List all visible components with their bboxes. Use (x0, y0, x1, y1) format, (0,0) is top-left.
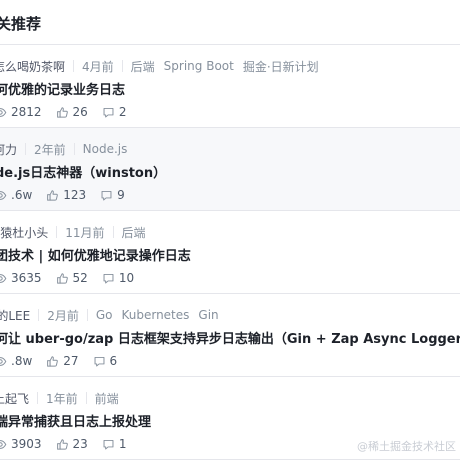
article-stats: .8w 27 6 (0, 353, 131, 369)
article-stats: 3635 52 10 (0, 270, 148, 286)
views-icon (0, 190, 7, 200)
article-stats: .6w 123 9 (0, 187, 139, 203)
article-meta: 阿力 2年前 Node.js (0, 141, 460, 157)
views-stat: 2812 (0, 105, 42, 119)
section-header: 关推荐 (0, 0, 460, 45)
article-item[interactable]: 阿力 2年前 Node.js de.js日志神器（winston） .6w 123 9 (0, 128, 460, 211)
article-stats: 2812 26 2 (0, 104, 140, 120)
comment-button[interactable]: 9 (100, 188, 125, 202)
views-stat: 3635 (0, 271, 42, 285)
views-icon (0, 356, 7, 366)
divider (73, 143, 75, 155)
divider (37, 392, 39, 404)
author-name[interactable]: 怎么喝奶茶啊 (0, 58, 65, 75)
views-stat: .6w (0, 188, 32, 202)
comment-icon (103, 439, 114, 449)
likes-count: 23 (72, 437, 88, 451)
like-button[interactable]: 26 (56, 105, 88, 119)
publish-time: 2年前 (34, 142, 66, 157)
publish-time: 2月前 (47, 308, 79, 323)
article-list: 怎么喝奶茶啊 4月前 后端 Spring Boot 掘金·日新计划 何优雅的记录业务日志 2… (0, 45, 460, 460)
views-stat: 3903 (0, 437, 42, 451)
comment-button[interactable]: 2 (102, 105, 127, 119)
divider (73, 60, 75, 72)
divider (56, 226, 58, 238)
publish-time: 4月前 (82, 59, 114, 74)
article-item[interactable]: i的LEE 2月前 Go Kubernetes Gin 何让 uber-go/zap 日志… (0, 294, 460, 377)
section-title: 关推荐 (0, 15, 42, 33)
like-button[interactable]: 27 (46, 354, 79, 368)
comment-icon (103, 107, 114, 117)
like-icon (47, 189, 59, 201)
article-tag[interactable]: 前端 (95, 390, 119, 407)
comments-count: 6 (109, 354, 118, 368)
article-tag[interactable]: Kubernetes (121, 308, 189, 322)
comments-count: 10 (118, 271, 135, 285)
views-count: 3635 (11, 271, 42, 285)
article-item[interactable]: P猿杜小头 11月前 后端团技术 | 如何优雅地记录操作日志 3635 52 10 (0, 211, 460, 294)
views-count: 3903 (11, 437, 42, 451)
likes-count: 52 (72, 271, 88, 285)
like-icon (47, 355, 59, 367)
like-icon (56, 106, 68, 118)
watermark: @稀土掘金技术社区 (357, 440, 456, 453)
author-name[interactable]: 上起飞 (0, 390, 29, 407)
comment-icon (94, 356, 105, 366)
divider (38, 309, 40, 321)
article-tag[interactable]: 掘金·日新计划 (243, 58, 319, 75)
likes-count: 26 (72, 105, 88, 119)
author-name[interactable]: i的LEE (0, 307, 30, 324)
divider (121, 60, 123, 72)
comment-icon (103, 273, 114, 283)
author-name[interactable]: 阿力 (0, 141, 17, 158)
article-tag[interactable]: 后端 (122, 224, 146, 241)
article-tag[interactable]: Go (96, 308, 113, 322)
like-button[interactable]: 123 (46, 188, 86, 202)
views-icon (0, 439, 7, 449)
article-title[interactable]: 团技术 | 如何优雅地记录操作日志 (0, 245, 460, 264)
views-icon (0, 273, 7, 283)
comment-button[interactable]: 6 (93, 354, 118, 368)
article-meta: P猿杜小头 11月前 后端 (0, 224, 460, 240)
like-button[interactable]: 23 (56, 437, 88, 451)
comments-count: 2 (118, 105, 127, 119)
author-name[interactable]: P猿杜小头 (0, 224, 48, 241)
views-count: 2812 (11, 105, 42, 119)
article-meta: i的LEE 2月前 Go Kubernetes Gin (0, 307, 460, 323)
likes-count: 27 (63, 354, 79, 368)
article-tag[interactable]: Node.js (83, 142, 128, 156)
divider (25, 143, 27, 155)
article-tag[interactable]: Spring Boot (164, 59, 234, 73)
comments-count: 9 (117, 188, 125, 202)
comment-button[interactable]: 10 (102, 271, 134, 285)
article-title[interactable]: 何让 uber-go/zap 日志框架支持异步日志输出（Gin + Zap As… (0, 328, 460, 347)
views-count: .8w (11, 354, 33, 368)
like-button[interactable]: 52 (56, 271, 88, 285)
views-icon (0, 107, 7, 117)
divider (85, 392, 87, 404)
article-stats: 3903 23 1 (0, 436, 140, 452)
publish-time: 11月前 (65, 225, 105, 240)
article-title[interactable]: de.js日志神器（winston） (0, 162, 460, 181)
like-icon (56, 272, 68, 284)
article-title[interactable]: 何优雅的记录业务日志 (0, 79, 460, 98)
article-tag[interactable]: 后端 (131, 58, 155, 75)
comment-button[interactable]: 1 (102, 437, 127, 451)
article-title[interactable]: 端异常捕获且日志上报处理 (0, 411, 460, 430)
publish-time: 1年前 (46, 391, 78, 406)
views-count: .6w (11, 188, 33, 202)
comments-count: 1 (118, 437, 127, 451)
comment-icon (101, 190, 112, 200)
article-item[interactable]: 怎么喝奶茶啊 4月前 后端 Spring Boot 掘金·日新计划何优雅的记录业务日志 2… (0, 45, 460, 128)
views-stat: .8w (0, 354, 32, 368)
like-icon (56, 438, 68, 450)
article-tag[interactable]: Gin (198, 308, 218, 322)
article-meta: 上起飞 1年前 前端 (0, 390, 460, 406)
divider (86, 309, 88, 321)
likes-count: 123 (63, 188, 87, 202)
article-meta: 怎么喝奶茶啊 4月前 后端 Spring Boot 掘金·日新计划 (0, 58, 460, 74)
divider (112, 226, 114, 238)
